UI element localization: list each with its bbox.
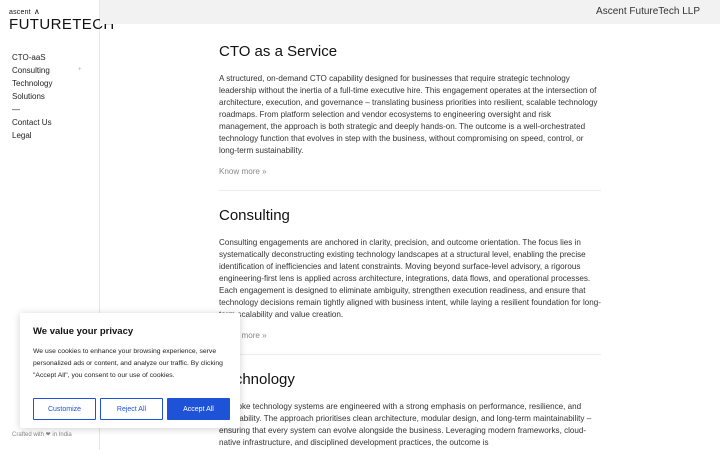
brand-mark-icon: Λ — [34, 9, 40, 16]
sidebar-item-solutions[interactable]: Solutions — [12, 90, 52, 103]
cookie-consent-dialog: We value your privacy We use cookies to … — [20, 313, 240, 428]
know-more-link[interactable]: Know more » — [219, 331, 601, 340]
section-title: Consulting — [219, 207, 290, 224]
sidebar-separator: — — [12, 105, 20, 114]
section-title: CTO as a Service — [219, 43, 338, 60]
brand-logo[interactable]: ascent Λ FUTURETECH — [9, 9, 115, 32]
section-body: Bespoke technology systems are engineere… — [219, 402, 592, 447]
cookie-title: We value your privacy — [33, 326, 134, 337]
crafted-note: Crafted with ❤ in India — [12, 432, 72, 438]
brand-top-text: ascent — [9, 9, 31, 16]
know-more-link[interactable]: Know more » — [219, 167, 601, 176]
section-technology: Technology Bespoke technology systems ar… — [219, 370, 601, 449]
sidebar-item-contact-us[interactable]: Contact Us — [12, 116, 52, 129]
expand-icon[interactable]: + — [78, 64, 82, 77]
sidebar-item-cto-aas[interactable]: CTO-aaS — [12, 51, 52, 64]
sidebar-item-consulting[interactable]: Consulting + — [12, 64, 82, 77]
sidebar-item-technology[interactable]: Technology — [12, 77, 52, 90]
section-divider — [219, 354, 601, 355]
section-body: A structured, on-demand CTO capability d… — [219, 74, 598, 155]
section-divider — [219, 190, 601, 191]
sidebar-item-legal[interactable]: Legal — [12, 129, 52, 142]
cookie-text: We use cookies to enhance your browsing … — [33, 348, 223, 379]
company-name: Ascent FutureTech LLP — [596, 6, 700, 17]
cookie-actions: Customize Reject All Accept All — [33, 398, 230, 420]
reject-all-button[interactable]: Reject All — [100, 398, 163, 420]
top-header: Ascent FutureTech LLP — [100, 0, 720, 24]
section-cto-as-a-service: CTO as a Service A structured, on-demand… — [219, 42, 601, 176]
sidebar-nav: CTO-aaS Consulting + Technology Solution… — [12, 51, 82, 142]
accept-all-button[interactable]: Accept All — [167, 398, 230, 420]
section-consulting: Consulting Consulting engagements are an… — [219, 206, 601, 340]
customize-button[interactable]: Customize — [33, 398, 96, 420]
brand-main-text: FUTURETECH — [9, 16, 115, 33]
section-title: Technology — [219, 371, 295, 388]
section-body: Consulting engagements are anchored in c… — [219, 238, 601, 319]
